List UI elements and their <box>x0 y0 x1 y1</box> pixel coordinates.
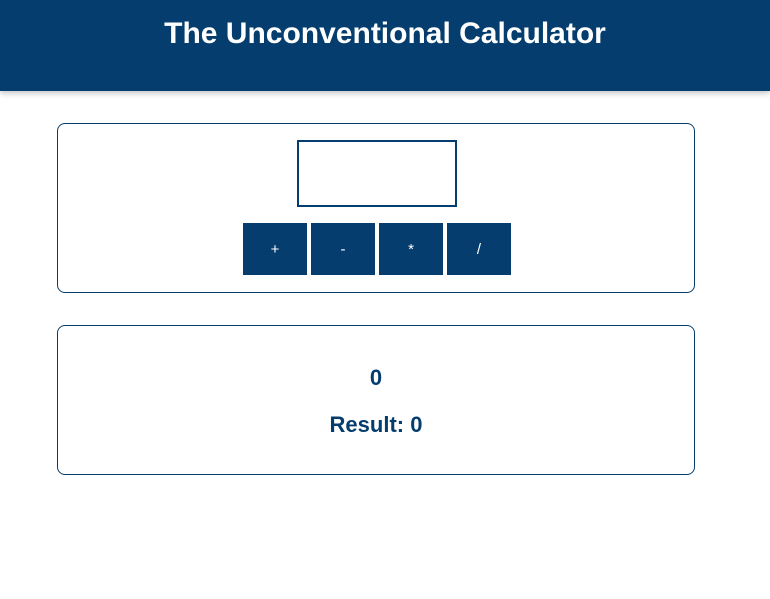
divide-button[interactable]: / <box>447 223 511 275</box>
subtract-button[interactable]: - <box>311 223 375 275</box>
add-button[interactable]: + <box>243 223 307 275</box>
operator-buttons: + - * / <box>243 223 511 275</box>
page-title: The Unconventional Calculator <box>164 17 606 50</box>
number-input[interactable] <box>297 140 457 207</box>
multiply-button[interactable]: * <box>379 223 443 275</box>
input-panel: + - * / <box>57 123 695 293</box>
output-panel: 0 Result: 0 <box>57 325 695 475</box>
result-text: Result: 0 <box>329 412 423 437</box>
app-header: The Unconventional Calculator <box>0 0 770 91</box>
current-calculation: 0 <box>369 365 383 390</box>
